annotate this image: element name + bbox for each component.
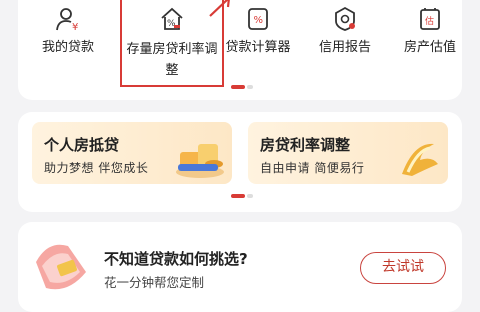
property-value-icon: 估 [420, 8, 440, 30]
credit-report-icon [335, 6, 355, 31]
try-button[interactable]: 去试试 [360, 252, 446, 284]
page-indicator [247, 85, 253, 89]
service-label: 我的贷款 [41, 40, 94, 55]
promo-title: 房贷利率调整 [260, 136, 351, 154]
promo-tile-mortgage[interactable]: 个人房抵贷 助力梦想 伴您成长 [32, 122, 232, 184]
promo-title: 个人房抵贷 [44, 136, 120, 154]
service-grid: ¥ 我的贷款 % 存量房贷利率调整 % 贷款计算器 信用报告 估 房产估值 [18, 0, 462, 87]
page-indicator [247, 194, 253, 198]
page-indicator-active [231, 194, 245, 198]
calculator-icon: % [248, 8, 268, 30]
service-property-value[interactable]: 估 房产估值 [386, 6, 474, 57]
service-label: 房产估值 [403, 40, 456, 55]
recommend-subtitle: 花一分钟帮您定制 [104, 275, 205, 290]
svg-text:%: % [254, 15, 264, 26]
svg-text:估: 估 [425, 15, 434, 27]
recommend-card: 不知道贷款如何挑选? 花一分钟帮您定制 去试试 [18, 222, 462, 312]
service-credit-report[interactable]: 信用报告 [301, 6, 389, 57]
page-indicator-active [231, 85, 245, 89]
service-my-loan[interactable]: ¥ 我的贷款 [24, 6, 112, 57]
red-packet-illustration [36, 244, 86, 290]
service-label: 贷款计算器 [225, 40, 291, 55]
loan-person-icon: ¥ [56, 8, 78, 32]
promo-subtitle: 自由申请 简便易行 [260, 161, 365, 175]
gold-spiral-illustration [402, 143, 438, 176]
promo-subtitle: 助力梦想 伴您成长 [44, 161, 149, 175]
coins-illustration [176, 144, 224, 178]
service-card: ¥ 我的贷款 % 存量房贷利率调整 % 贷款计算器 信用报告 估 房产估值 [18, 0, 462, 100]
recommend-title: 不知道贷款如何挑选? [104, 250, 248, 268]
service-label: 信用报告 [318, 40, 371, 55]
arrow-icon [209, 0, 230, 17]
svg-text:¥: ¥ [72, 22, 78, 32]
promo-tile-rate-adjust[interactable]: 房贷利率调整 自由申请 简便易行 [248, 122, 448, 184]
promo-card: 个人房抵贷 助力梦想 伴您成长 房贷利率调整 自由申请 简便易行 [18, 112, 462, 212]
